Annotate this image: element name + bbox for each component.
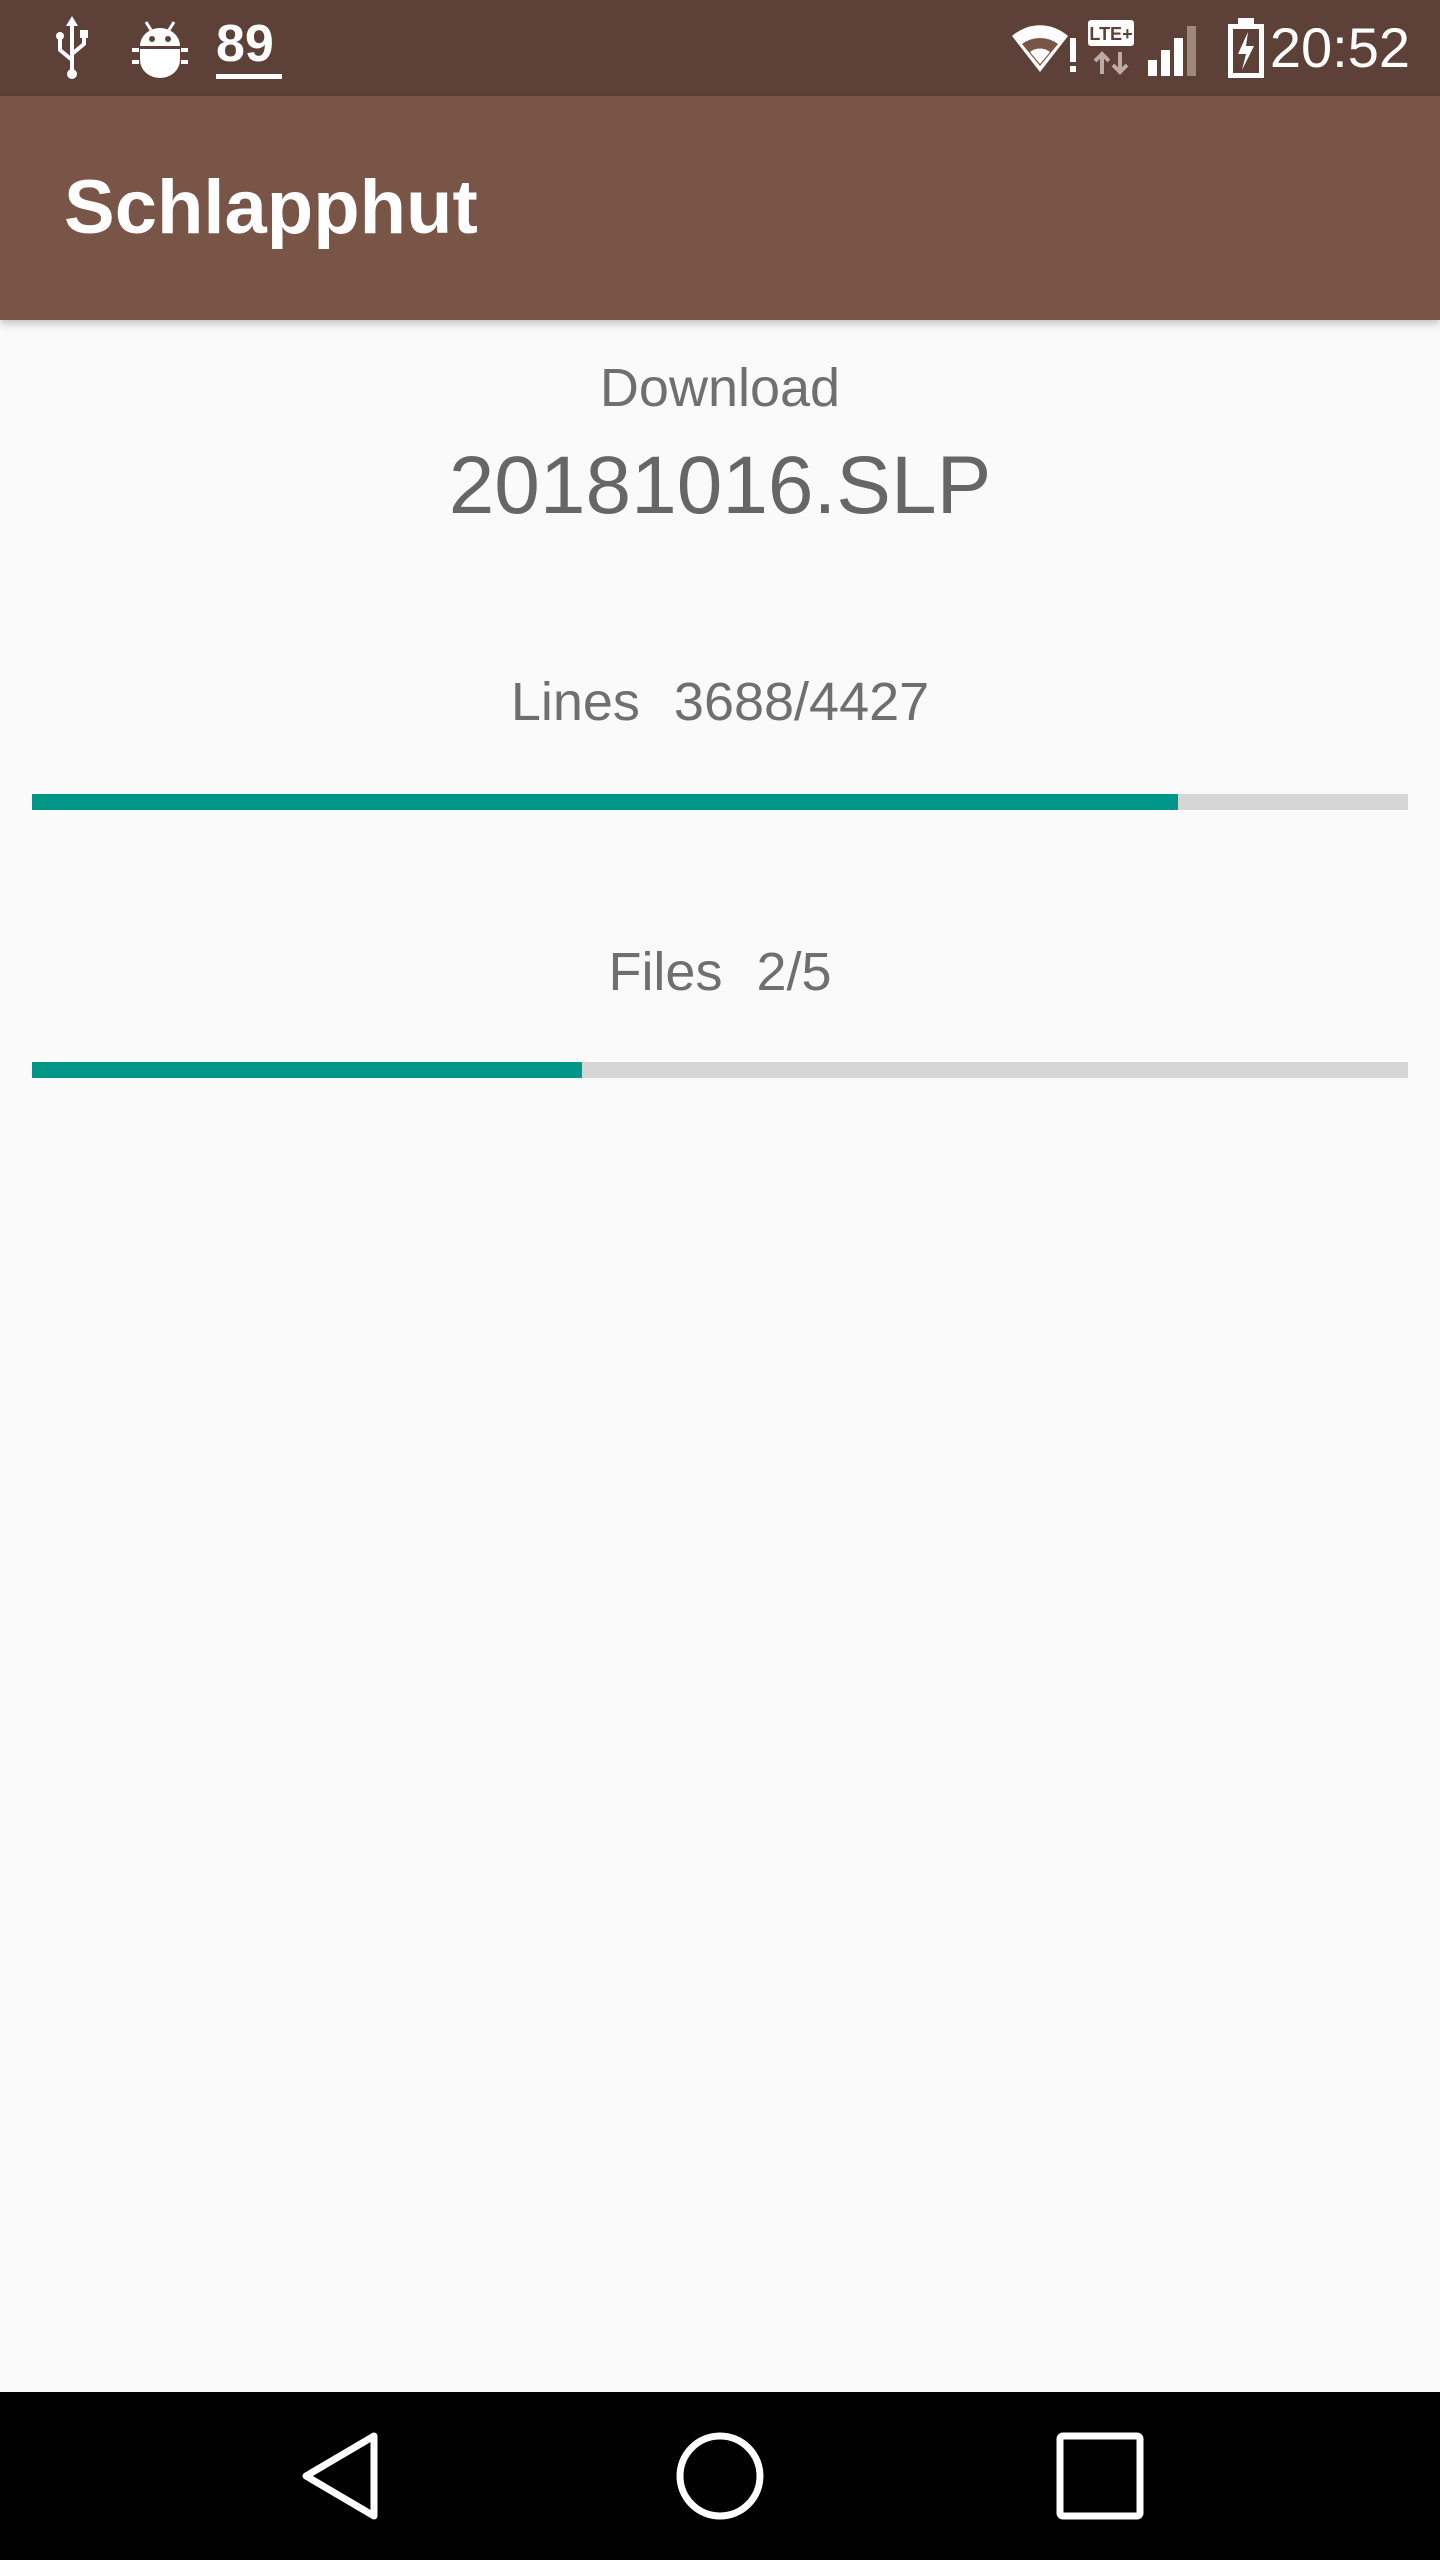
files-count: 2/5 — [756, 942, 832, 1002]
file-name: 20181016.SLP — [448, 440, 992, 531]
notification-count: 89 — [216, 15, 274, 73]
android-debug-icon — [132, 0, 188, 96]
svg-text:LTE+: LTE+ — [1089, 24, 1132, 44]
back-icon — [302, 2432, 378, 2520]
recents-button[interactable] — [1000, 2392, 1200, 2560]
back-button[interactable] — [240, 2392, 440, 2560]
battery-charging-icon — [1226, 0, 1266, 96]
navigation-bar — [0, 2392, 1440, 2560]
files-progress-fill — [32, 1062, 583, 1078]
lines-count: 3688/4427 — [673, 672, 930, 732]
lines-label: Lines — [510, 672, 640, 732]
download-label: Download — [599, 358, 841, 418]
lines-progress-text: Lines 3688/4427 — [0, 670, 1440, 734]
app-title: Schlapphut — [64, 165, 478, 250]
signal-icon — [1148, 0, 1204, 96]
recents-icon — [1056, 2432, 1144, 2520]
download-progress-panel: Download 20181016.SLP Lines 3688/4427 Fil… — [0, 320, 1440, 2392]
notification-count-underline — [216, 74, 282, 79]
wifi-alert-icon — [1012, 0, 1078, 96]
home-icon — [676, 2432, 764, 2520]
app-bar: Schlapphut — [0, 96, 1440, 320]
files-label: Files — [608, 942, 723, 1002]
home-button[interactable] — [620, 2392, 820, 2560]
lines-progress-bar — [32, 794, 1408, 810]
lte-plus-icon: LTE+ — [1088, 0, 1138, 96]
usb-icon — [52, 0, 92, 96]
status-bar: 89 LTE+ 20:52 — [0, 0, 1440, 96]
files-progress-text: Files 2/5 — [0, 940, 1440, 1004]
status-time: 20:52 — [1269, 16, 1410, 79]
files-progress-bar — [32, 1062, 1408, 1078]
lines-progress-fill — [32, 794, 1179, 810]
